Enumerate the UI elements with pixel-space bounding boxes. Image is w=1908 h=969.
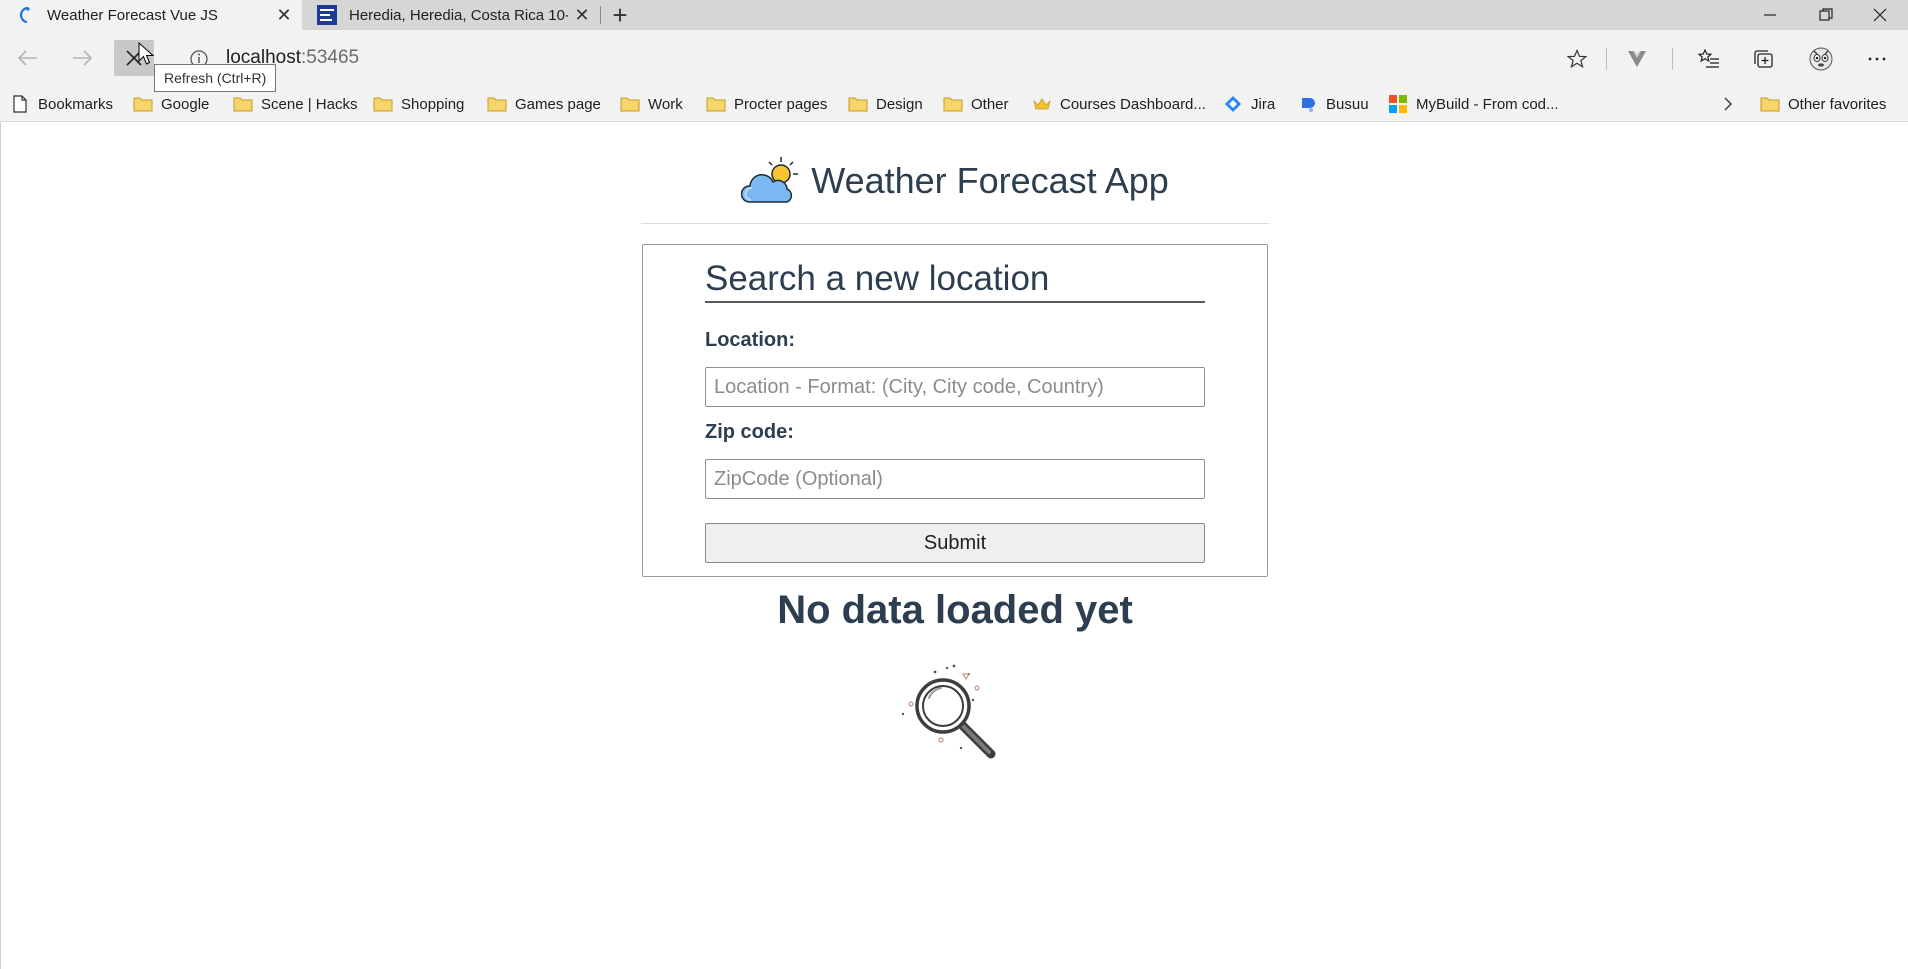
jira-icon — [1223, 95, 1243, 113]
bookmark-label: Games page — [515, 95, 601, 113]
tab-strip: Weather Forecast Vue JS ✕ Heredia, Hered… — [0, 0, 1908, 30]
form-heading: Search a new location — [705, 259, 1205, 303]
bookmark-work[interactable]: Work — [620, 86, 683, 122]
bookmark-label: Courses Dashboard... — [1060, 95, 1206, 113]
tab-divider — [600, 6, 601, 24]
bookmark-busuu[interactable]: Busuu — [1298, 86, 1369, 122]
weather-channel-favicon-icon — [317, 5, 337, 25]
toolbar-divider — [1672, 48, 1673, 70]
bookmark-other[interactable]: Other — [943, 86, 1009, 122]
bookmark-procter-pages[interactable]: Procter pages — [706, 86, 827, 122]
folder-icon — [706, 95, 726, 113]
crown-icon — [1032, 95, 1052, 113]
tab-title: Weather Forecast Vue JS — [47, 6, 218, 24]
app-header: Weather Forecast App — [641, 152, 1269, 224]
tab-weather-forecast[interactable]: Weather Forecast Vue JS ✕ — [0, 0, 302, 30]
close-tab-icon[interactable]: ✕ — [568, 1, 596, 29]
favorites-list-icon[interactable] — [1694, 44, 1724, 74]
app-title: Weather Forecast App — [811, 159, 1169, 201]
folder-icon — [373, 95, 393, 113]
vue-devtools-icon[interactable] — [1622, 44, 1652, 74]
folder-icon — [233, 95, 253, 113]
bookmark-mybuild[interactable]: MyBuild - From cod... — [1388, 86, 1559, 122]
forward-button[interactable] — [62, 40, 102, 76]
cloud-sun-logo-icon — [741, 156, 799, 203]
page-content: Weather Forecast App Search a new locati… — [0, 122, 1908, 969]
submit-button[interactable]: Submit — [705, 523, 1205, 563]
bookmark-label: Design — [876, 95, 923, 113]
minimize-icon[interactable] — [1742, 0, 1798, 30]
bookmark-label: MyBuild - From cod... — [1416, 95, 1559, 113]
bookmark-jira[interactable]: Jira — [1223, 86, 1275, 122]
folder-icon — [487, 95, 507, 113]
back-arrow-icon — [17, 50, 37, 66]
zip-code-label: Zip code: — [705, 421, 794, 443]
bookmark-games-page[interactable]: Games page — [487, 86, 601, 122]
favorite-star-icon[interactable] — [1562, 44, 1592, 74]
new-tab-icon[interactable]: + — [606, 0, 634, 30]
bookmark-label: Busuu — [1326, 95, 1369, 113]
bookmark-bookmarks[interactable]: Bookmarks — [10, 86, 113, 122]
busuu-icon — [1298, 95, 1318, 113]
tab-title: Heredia, Heredia, Costa Rica 10- — [349, 6, 568, 24]
magnifying-glass-icon — [901, 664, 996, 759]
empty-state-message: No data loaded yet — [777, 588, 1133, 632]
profile-avatar-icon[interactable] — [1806, 44, 1836, 74]
bookmark-label: Other — [971, 95, 1009, 113]
folder-icon — [620, 95, 640, 113]
bookmark-label: Bookmarks — [38, 95, 114, 113]
more-options-icon[interactable] — [1862, 44, 1892, 74]
page-icon — [10, 95, 30, 113]
location-input[interactable] — [705, 367, 1205, 407]
bookmark-shopping[interactable]: Shopping — [373, 86, 464, 122]
bookmark-label: Work — [648, 95, 683, 113]
folder-icon — [1760, 95, 1780, 113]
folder-icon — [943, 95, 963, 113]
bookmarks-overflow-chevron-icon[interactable] — [1722, 86, 1734, 122]
bookmark-label: Other favorites — [1788, 95, 1887, 113]
bookmarks-bar: Bookmarks Google Scene | Hacks Shopping … — [0, 86, 1908, 122]
bookmark-label: Google — [161, 95, 210, 113]
forward-arrow-icon — [73, 50, 93, 66]
bookmark-courses-dashboard[interactable]: Courses Dashboard... — [1032, 86, 1206, 122]
bookmark-label: Jira — [1251, 95, 1276, 113]
bookmark-label: Shopping — [401, 95, 465, 113]
location-label: Location: — [705, 329, 795, 351]
collections-icon[interactable] — [1748, 44, 1778, 74]
tab-heredia-weather[interactable]: Heredia, Heredia, Costa Rica 10- ✕ — [302, 0, 600, 30]
toolbar-divider — [1606, 48, 1607, 70]
address-toolbar: localhost:53465 — [0, 30, 1908, 86]
mouse-cursor-icon — [138, 41, 156, 71]
folder-icon — [133, 95, 153, 113]
bookmark-label: Scene | Hacks — [261, 95, 358, 113]
bookmark-design[interactable]: Design — [848, 86, 923, 122]
search-form-card: Search a new location Location: Zip code… — [642, 244, 1268, 577]
zip-code-input[interactable] — [705, 459, 1205, 499]
vue-favicon-icon — [15, 5, 35, 25]
restore-icon[interactable] — [1798, 0, 1854, 30]
close-window-icon[interactable] — [1852, 0, 1908, 30]
bookmark-other-favorites[interactable]: Other favorites — [1760, 86, 1886, 122]
microsoft-icon — [1388, 95, 1408, 113]
close-tab-icon[interactable]: ✕ — [270, 1, 298, 29]
refresh-tooltip: Refresh (Ctrl+R) — [154, 64, 277, 92]
bookmark-label: Procter pages — [734, 95, 828, 113]
folder-icon — [848, 95, 868, 113]
back-button[interactable] — [8, 40, 48, 76]
url-port: :53465 — [301, 47, 360, 68]
